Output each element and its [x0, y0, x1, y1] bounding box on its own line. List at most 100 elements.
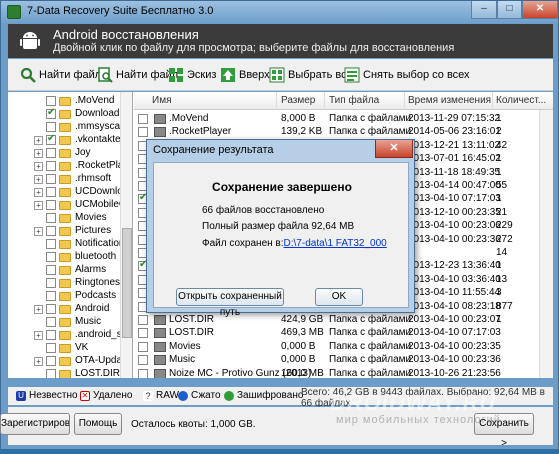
tree-item[interactable]: + OTA-Updates	[8, 355, 132, 368]
select-all-button[interactable]: Выбрать всё	[269, 66, 353, 84]
tree-item[interactable]: + Android	[8, 303, 132, 316]
dialog-close-button[interactable]: ✕	[375, 140, 413, 158]
tree-checkbox[interactable]	[46, 133, 56, 145]
help-button[interactable]: Помощь	[74, 413, 122, 435]
tree-item[interactable]: + .android_secu	[8, 329, 132, 342]
tree-checkbox[interactable]	[46, 278, 56, 288]
open-saved-path-button[interactable]: Открыть сохраненный путь	[176, 288, 284, 318]
find-files-button[interactable]: Найти файлы	[20, 66, 109, 84]
row-checkbox[interactable]	[138, 328, 148, 339]
tree-item[interactable]: + Joy	[8, 147, 132, 160]
tree-checkbox[interactable]	[46, 239, 56, 249]
folder-icon	[59, 162, 71, 171]
expand-toggle[interactable]: +	[34, 357, 43, 366]
tree-checkbox[interactable]	[46, 187, 56, 197]
expand-toggle[interactable]: +	[34, 188, 43, 197]
tree-checkbox[interactable]	[46, 304, 56, 314]
tree-checkbox[interactable]	[46, 122, 56, 132]
expand-toggle[interactable]: +	[34, 136, 43, 145]
cell-time: 2013-04-10 00:23:35	[408, 340, 501, 352]
find-file-button[interactable]: Найти файл	[97, 66, 178, 84]
tree-item[interactable]: Music	[8, 316, 132, 329]
cell-name: LOST.DIR	[169, 314, 215, 325]
select-all-label: Выбрать всё	[288, 69, 353, 81]
tree-item[interactable]: + UCDownloads	[8, 186, 132, 199]
tree-scrollbar[interactable]	[120, 92, 132, 378]
tree-checkbox[interactable]	[46, 174, 56, 184]
up-button[interactable]: Вверх	[220, 66, 270, 84]
tree-checkbox[interactable]	[46, 161, 56, 171]
cell-size: 0,000 B	[281, 340, 316, 352]
tree-item[interactable]: VK	[8, 342, 132, 355]
folder-icon	[59, 357, 71, 366]
col-size[interactable]: Размер	[281, 95, 315, 106]
cell-size: 8,000 B	[281, 113, 316, 124]
close-button[interactable]: ✕	[522, 1, 558, 19]
ok-button[interactable]: OK	[315, 288, 363, 306]
tree-checkbox[interactable]	[46, 107, 56, 119]
tree-checkbox[interactable]	[46, 96, 56, 106]
expand-toggle[interactable]: +	[34, 227, 43, 236]
tree-checkbox[interactable]	[46, 200, 56, 210]
row-checkbox[interactable]	[138, 315, 148, 325]
col-count[interactable]: Количест...	[496, 95, 546, 106]
col-time[interactable]: Время изменения	[408, 95, 491, 106]
tree-checkbox[interactable]	[46, 343, 56, 353]
tree-checkbox[interactable]	[46, 265, 56, 275]
save-path-link[interactable]: D:\7-data\1 FAT32_000	[284, 238, 387, 249]
cell-time: 2013-04-14 00:47:00	[408, 180, 501, 191]
tree-item[interactable]: .MoVend	[8, 95, 132, 108]
tree-checkbox[interactable]	[46, 317, 56, 327]
tree-checkbox[interactable]	[46, 226, 56, 236]
expand-toggle[interactable]: +	[34, 201, 43, 210]
row-checkbox[interactable]	[138, 114, 148, 124]
row-checkbox[interactable]	[138, 355, 148, 366]
tree-item[interactable]: Notifications	[8, 238, 132, 251]
row-checkbox[interactable]	[138, 341, 148, 352]
tree-item[interactable]: Movies	[8, 212, 132, 225]
save-button[interactable]: Сохранить >	[474, 413, 534, 449]
scroll-thumb[interactable]	[122, 228, 132, 338]
row-checkbox[interactable]	[138, 368, 148, 378]
deselect-all-label: Снять выбор со всех	[363, 69, 470, 81]
expand-toggle[interactable]: +	[34, 162, 43, 171]
tree-checkbox[interactable]	[46, 369, 56, 378]
tree-item[interactable]: LOST.DIR	[8, 368, 132, 378]
thumbnails-button[interactable]: Эскиз	[168, 66, 216, 84]
col-name[interactable]: Имя	[152, 95, 171, 106]
tree-item[interactable]: + UCMobileCo	[8, 199, 132, 212]
tree-checkbox[interactable]	[46, 356, 56, 366]
deselect-all-button[interactable]: Снять выбор со всех	[344, 66, 470, 84]
tree-checkbox[interactable]	[46, 330, 56, 340]
tree-item[interactable]: + .RocketPlayer	[8, 160, 132, 173]
tree-checkbox[interactable]	[46, 252, 56, 262]
minimize-button[interactable]: –	[471, 1, 497, 19]
tree-item[interactable]: + .rhmsoft	[8, 173, 132, 186]
tree-item[interactable]: bluetooth	[8, 251, 132, 264]
cell-time: 2013-12-23 13:36:40	[408, 260, 501, 272]
tree-checkbox[interactable]	[46, 148, 56, 158]
window-title: 7-Data Recovery Suite Бесплатно 3.0	[27, 5, 214, 17]
col-type[interactable]: Тип файла	[329, 95, 379, 106]
tree-checkbox[interactable]	[46, 291, 56, 301]
tree-item[interactable]: Download	[8, 107, 132, 121]
maximize-button[interactable]: □	[497, 1, 522, 19]
register-button[interactable]: Зарегистрироваться	[0, 413, 70, 435]
tree-item[interactable]: Alarms	[8, 264, 132, 277]
tree-item[interactable]: + Pictures	[8, 225, 132, 238]
row-checkbox[interactable]	[138, 127, 148, 138]
tree-item[interactable]: Ringtones	[8, 277, 132, 290]
tree-item[interactable]: + .vkontakte	[8, 133, 132, 147]
table-row[interactable]: Noize MC - Protivo Gunz (2013) 160,0 MB Па…	[134, 366, 539, 378]
tree-checkbox[interactable]	[46, 213, 56, 223]
cell-type: Папка с файлами	[329, 340, 412, 352]
cell-count: 229	[496, 220, 513, 232]
expand-toggle[interactable]: +	[34, 149, 43, 158]
recovered-count: 66 файлов восстановлено	[202, 205, 325, 216]
tree-item[interactable]: Podcasts	[8, 290, 132, 303]
expand-toggle[interactable]: +	[34, 175, 43, 184]
expand-toggle[interactable]: +	[34, 331, 43, 340]
tree-item[interactable]: .mmsyscache	[8, 121, 132, 134]
list-scrollbar[interactable]	[539, 110, 553, 378]
expand-toggle[interactable]: +	[34, 305, 43, 314]
